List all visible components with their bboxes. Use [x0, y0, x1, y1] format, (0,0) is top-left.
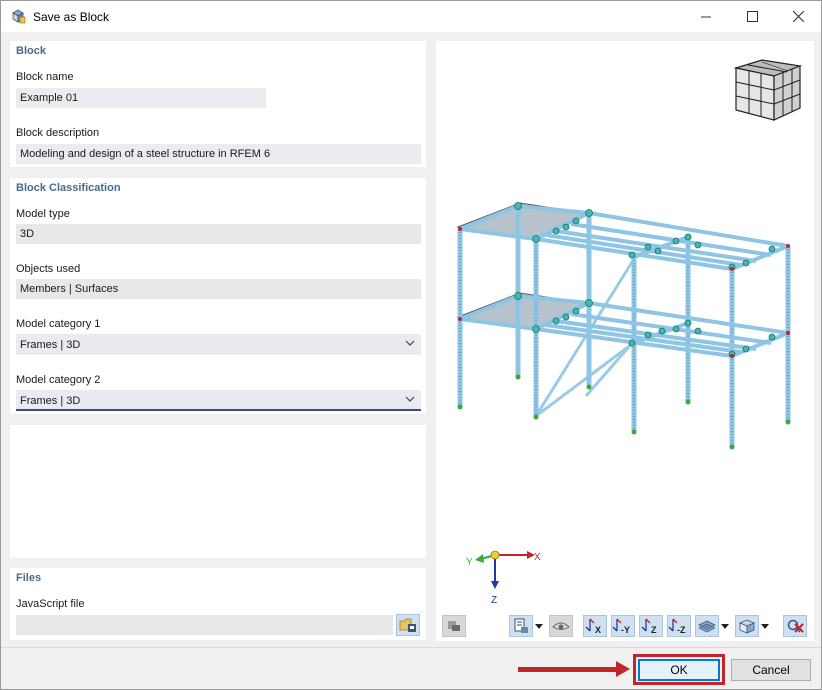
- cube-icon: [738, 619, 756, 634]
- view-x-button[interactable]: X: [583, 615, 607, 637]
- model-type-value: 3D: [16, 224, 421, 244]
- classification-section-title: Block Classification: [16, 182, 121, 194]
- save-as-block-dialog: Save as Block Block Block name Example 0…: [0, 0, 822, 690]
- caret-down-icon: [535, 623, 543, 629]
- footer-divider: [1, 647, 821, 648]
- objects-used-label: Objects used: [16, 263, 81, 275]
- open-folder-icon: [399, 618, 416, 632]
- svg-text:-Z: -Z: [677, 625, 686, 635]
- view-direction-icon: -Z: [668, 618, 686, 635]
- view-cube-icon[interactable]: [732, 56, 804, 122]
- model-info-button[interactable]: [509, 615, 533, 637]
- block-app-icon: [12, 9, 26, 24]
- window-title: Save as Block: [33, 10, 110, 24]
- block-name-label: Block name: [16, 71, 74, 83]
- render-mode-button[interactable]: [442, 615, 466, 637]
- empty-panel: [10, 425, 426, 558]
- title-bar: Save as Block: [1, 1, 821, 32]
- caret-down-icon: [761, 623, 769, 629]
- javascript-file-input[interactable]: [16, 615, 393, 635]
- view-direction-icon: -Y: [612, 618, 630, 635]
- minimize-button[interactable]: [683, 1, 729, 32]
- maximize-button[interactable]: [729, 1, 775, 32]
- render-icon: [448, 621, 460, 631]
- svg-text:-Y: -Y: [621, 625, 630, 635]
- cancel-button[interactable]: Cancel: [731, 659, 811, 681]
- reset-view-button[interactable]: [783, 615, 807, 637]
- javascript-file-label: JavaScript file: [16, 598, 85, 610]
- model-category-2-value: Frames | 3D: [20, 395, 81, 407]
- eye-icon: [552, 622, 570, 630]
- annotation-arrowhead: [616, 661, 630, 677]
- model-type-label: Model type: [16, 208, 70, 220]
- block-name-input[interactable]: Example 01: [16, 88, 266, 108]
- caret-down-icon: [721, 623, 729, 629]
- layers-icon: [698, 620, 716, 633]
- model-category-1-value: Frames | 3D: [20, 339, 81, 351]
- view-z-button[interactable]: Z: [639, 615, 663, 637]
- chevron-down-icon: [405, 340, 415, 346]
- model-category-2-select[interactable]: Frames | 3D: [16, 390, 421, 411]
- view-direction-icon: X: [585, 618, 601, 635]
- browse-file-button[interactable]: [396, 614, 420, 636]
- axis-indicator: [475, 550, 535, 589]
- minimize-icon: [701, 16, 711, 17]
- files-section-title: Files: [16, 572, 42, 584]
- axis-y-label: Y: [466, 557, 473, 568]
- view-mode-button[interactable]: [695, 615, 719, 637]
- block-section-title: Block: [16, 45, 46, 57]
- ok-button[interactable]: OK: [638, 659, 720, 681]
- model-category-2-label: Model category 2: [16, 374, 101, 386]
- model-info-icon: [514, 618, 528, 633]
- svg-text:Z: Z: [651, 625, 657, 635]
- axis-z-label: Z: [491, 595, 498, 606]
- axis-x-label: X: [534, 552, 541, 563]
- iso-view-dropdown[interactable]: [759, 615, 771, 637]
- maximize-icon: [746, 11, 758, 22]
- block-description-label: Block description: [16, 127, 100, 139]
- chevron-down-icon: [405, 396, 415, 402]
- model-category-1-label: Model category 1: [16, 318, 101, 330]
- svg-text:X: X: [595, 625, 601, 635]
- model-category-1-select[interactable]: Frames | 3D: [16, 334, 421, 355]
- close-button[interactable]: [775, 1, 821, 32]
- annotation-arrow: [518, 667, 620, 672]
- view-mode-dropdown[interactable]: [719, 615, 731, 637]
- close-icon: [792, 11, 804, 22]
- block-description-input[interactable]: Modeling and design of a steel structure…: [16, 144, 421, 164]
- delete-view-icon: [787, 619, 804, 633]
- model-info-dropdown[interactable]: [533, 615, 545, 637]
- view-neg-z-button[interactable]: -Z: [667, 615, 691, 637]
- support-markers: [457, 374, 791, 450]
- view-direction-icon: Z: [641, 618, 657, 635]
- view-neg-y-button[interactable]: -Y: [611, 615, 635, 637]
- visibility-button[interactable]: [549, 615, 573, 637]
- objects-used-value: Members | Surfaces: [16, 279, 421, 299]
- iso-view-button[interactable]: [735, 615, 759, 637]
